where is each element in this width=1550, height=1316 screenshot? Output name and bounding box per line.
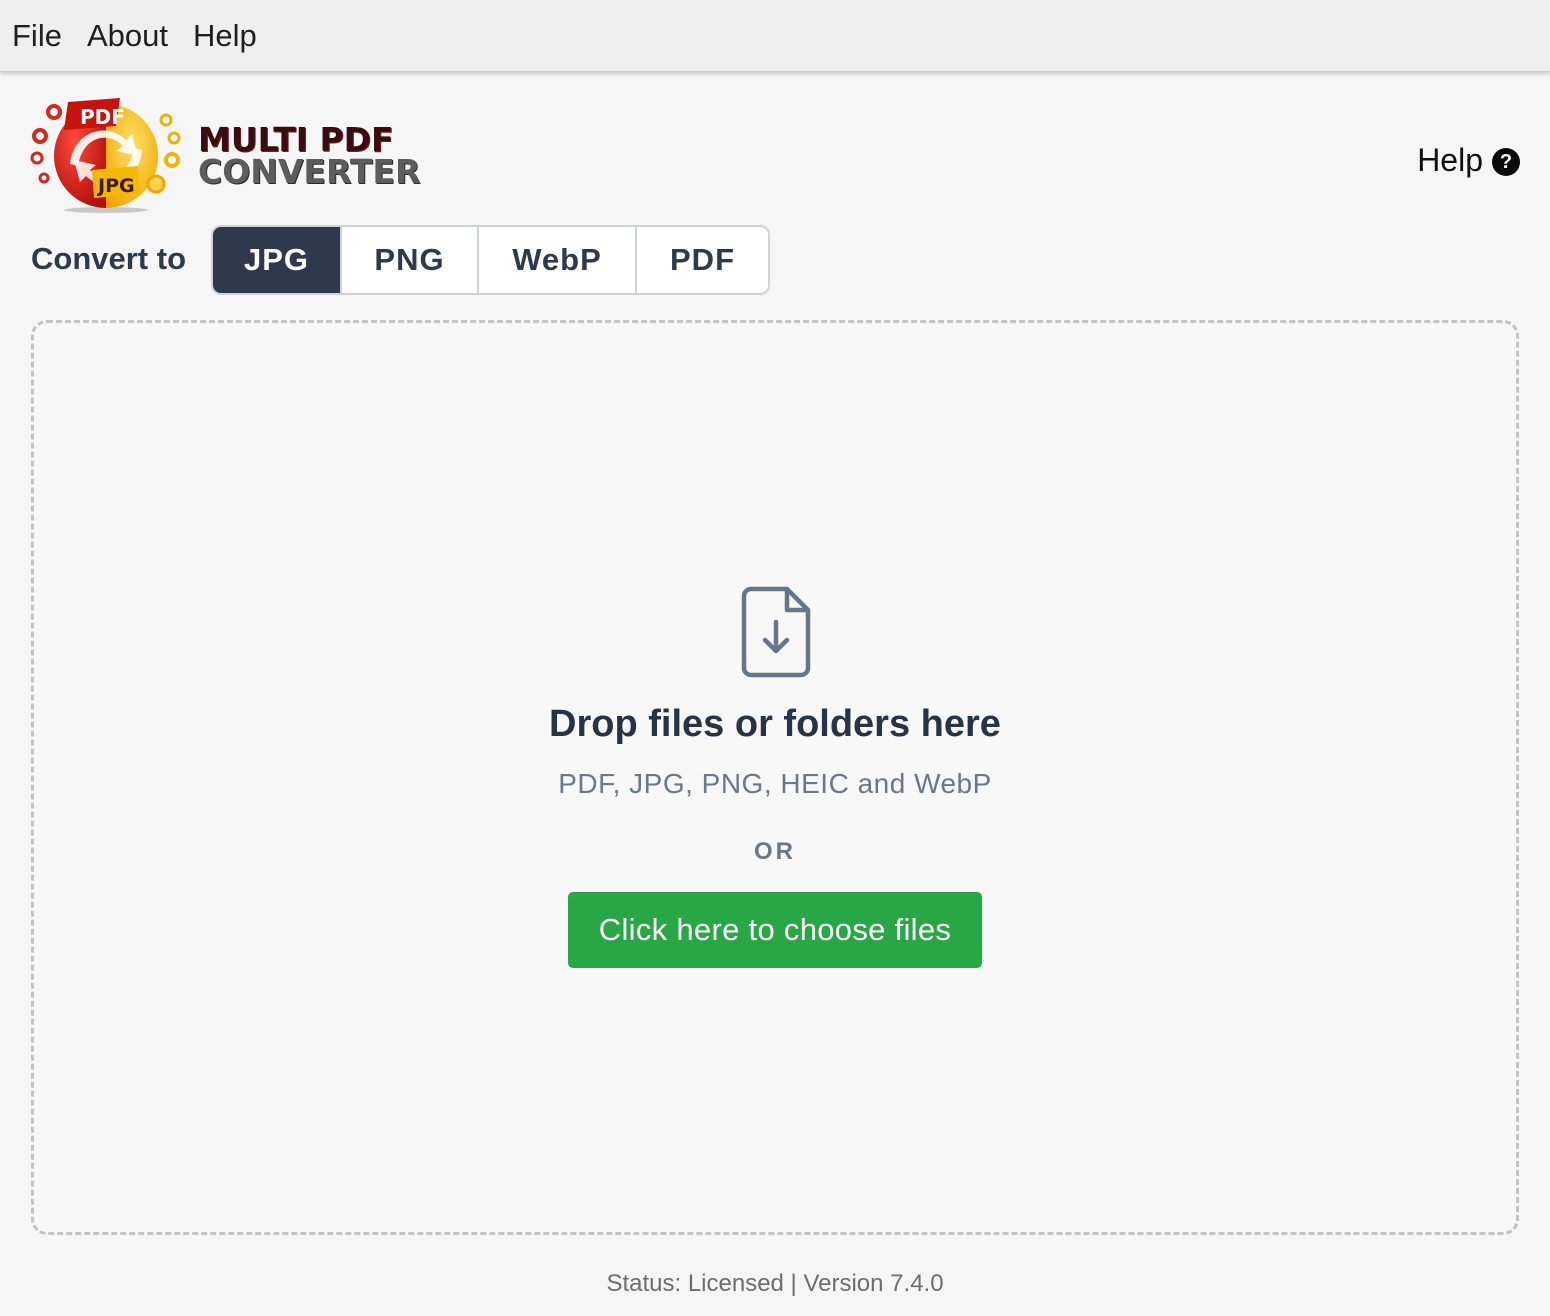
format-selector: JPG PNG WebP PDF <box>211 225 770 295</box>
format-pdf-button[interactable]: PDF <box>637 227 768 293</box>
help-label: Help <box>1417 142 1483 178</box>
logo-badge-jpg: JPG <box>96 175 135 197</box>
convert-to-label: Convert to <box>31 241 186 276</box>
supported-formats-text: PDF, JPG, PNG, HEIC and WebP <box>558 768 992 799</box>
menu-help[interactable]: Help <box>193 18 257 54</box>
menu-bar: File About Help <box>0 0 1550 72</box>
status-footer: Status: Licensed | Version 7.4.0 <box>606 1270 944 1297</box>
logo-badge-pdf: PDF <box>80 105 125 129</box>
menu-about[interactable]: About <box>87 18 168 54</box>
logo-emblem-icon: PDF JPG <box>30 98 181 213</box>
file-download-icon <box>741 586 811 678</box>
help-link[interactable]: Help ? <box>1417 142 1520 179</box>
question-circle-icon: ? <box>1492 148 1520 176</box>
choose-files-button[interactable]: Click here to choose files <box>568 892 982 968</box>
app-logo: PDF JPG MULTI PDF CONVERTER <box>28 96 420 216</box>
format-jpg-button[interactable]: JPG <box>213 227 342 293</box>
format-webp-button[interactable]: WebP <box>479 227 637 293</box>
format-png-button[interactable]: PNG <box>342 227 479 293</box>
menu-file[interactable]: File <box>12 18 62 54</box>
drop-title: Drop files or folders here <box>549 703 1001 745</box>
logo-title-line2: CONVERTER <box>198 152 421 191</box>
or-divider-label: OR <box>754 838 796 865</box>
